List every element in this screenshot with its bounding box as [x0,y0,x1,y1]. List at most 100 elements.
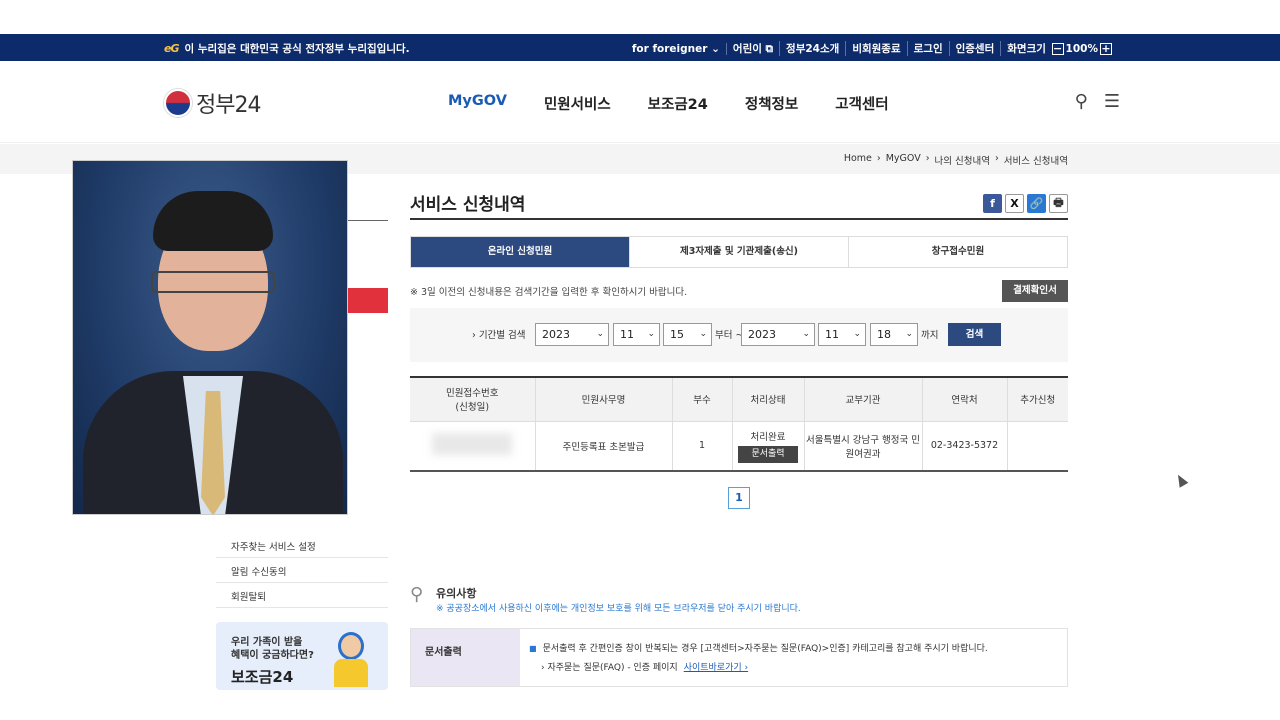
col-service-name: 민원사무명 [535,377,673,422]
gov-notice: eG 이 누리집은 대한민국 공식 전자정부 누리집입니다. [164,41,410,56]
link-login[interactable]: 로그인 [908,41,950,56]
chevron-down-icon: ⌄ [853,329,861,339]
logo-text: 정부24 [196,93,261,118]
table-row: 주민등록표 초본발급 1 처리완료 문서출력 서울특별시 강남구 행정국 민 원… [410,421,1068,472]
nav-customer-center[interactable]: 고객센터 [835,93,888,114]
zoom-level: 100% [1065,43,1098,55]
to-month-select[interactable]: 11 ⌄ [818,323,866,346]
faq-site-link[interactable]: 사이트바로가기 › [684,663,748,673]
from-month-select[interactable]: 11 ⌄ [613,323,660,346]
mouse-cursor-icon [1173,472,1189,488]
link-cert-center[interactable]: 인증센터 [950,41,1002,56]
side-nav-active-item[interactable] [348,288,388,313]
extra-cell [1007,421,1068,472]
link-guest-logout[interactable]: 비회원종료 [846,41,908,56]
phone-cell: 02-3423-5372 [922,421,1008,472]
gov-topbar: eG 이 누리집은 대한민국 공식 전자정부 누리집입니다. for forei… [0,34,1280,61]
chevron-down-icon: ⌄ [596,329,604,339]
nav-civil-service[interactable]: 민원서비스 [544,93,611,114]
col-extra: 추가신청 [1007,377,1068,422]
breadcrumb-service-applications: 서비스 신청내역 [1003,156,1068,167]
chevron-down-icon: ⌄ [699,329,707,339]
document-print-info: 문서출력 ■ 문서출력 후 간편인증 창이 반복되는 경우 [고객센터>자주묻는 … [410,628,1068,687]
banner-text: 우리 가족이 받을 혜택이 궁금하다면? [231,637,314,661]
document-print-button[interactable]: 문서출력 [738,445,798,463]
side-divider [346,220,388,221]
to-day-select[interactable]: 18 ⌄ [870,323,918,346]
zoom-in-button[interactable]: + [1100,43,1112,55]
lightbulb-icon: ⚲ [410,584,424,605]
to-year-select[interactable]: 2023 ⌄ [741,323,815,346]
col-status: 처리상태 [732,377,805,422]
portrait-photo [72,160,348,515]
x-share-icon[interactable]: X [1005,194,1024,213]
agency-cell: 서울특별시 강남구 행정국 민 원여권과 [804,421,923,472]
tab-online-applications[interactable]: 온라인 신청민원 [411,237,630,267]
header-icons: ⚲ ☰ [1075,91,1120,112]
main-content: 서비스 신청내역 f X 🔗 🖶 온라인 신청민원 제3자제출 및 기관제출(송… [410,186,1068,509]
payment-receipt-button[interactable]: 결제확인서 [1002,280,1068,302]
link-kids[interactable]: 어린이 ⧉ [727,41,781,56]
side-link-favorite-settings[interactable]: 자주찾는 서비스 설정 [216,533,388,558]
chevron-down-icon: ⌄ [647,329,655,339]
bullet-square-icon: ■ [529,644,537,653]
gov24-logo[interactable]: 정부24 [164,87,261,119]
period-search-label: › 기간별 검색 [472,330,526,341]
nav-policy-info[interactable]: 정책정보 [745,93,798,114]
nav-mygov[interactable]: MyGOV [448,93,507,114]
col-agency: 교부기관 [804,377,923,422]
search-button[interactable]: 검색 [948,323,1001,346]
share-buttons: f X 🔗 🖶 [983,194,1068,213]
link-copy-icon[interactable]: 🔗 [1027,194,1046,213]
col-count: 부수 [672,377,733,422]
facebook-share-icon[interactable]: f [983,194,1002,213]
taegeuk-icon [164,89,192,117]
screen-size-control: 화면크기 −100% + [1007,42,1112,55]
mascot-icon [332,632,370,687]
banner-title: 보조금24 [231,668,294,686]
receipt-no-cell [410,421,536,472]
page-1-button[interactable]: 1 [728,487,750,509]
caution-title: 유의사항 [436,587,477,600]
gov-notice-text: 이 누리집은 대한민국 공식 전자정부 누리집입니다. [184,43,410,55]
from-word: 부터 ~ [715,330,744,341]
blurred-receipt-no [432,433,513,456]
subsidy24-banner[interactable]: 우리 가족이 받을 혜택이 궁금하다면? 보조금24 [216,622,388,690]
chevron-down-icon: ⌄ [802,329,810,339]
to-word: 까지 [921,330,939,341]
period-search: › 기간별 검색 2023 ⌄ 11 ⌄ 15 ⌄ 부터 ~ 2023 ⌄ 11 ⌄ 18… [410,308,1068,362]
print-icon[interactable]: 🖶 [1049,194,1068,213]
top-links: for foreigner ⌄ 어린이 ⧉ 정부24소개 비회원종료 로그인 인… [626,41,1120,56]
col-receipt-no: 민원접수번호 (신청일) [410,377,536,422]
zoom-out-button[interactable]: − [1051,43,1064,55]
from-day-select[interactable]: 15 ⌄ [663,323,712,346]
document-print-body: ■ 문서출력 후 간편인증 창이 반복되는 경우 [고객센터>자주묻는 질문(FA… [529,644,988,673]
side-links: 자주찾는 서비스 설정 알림 수신동의 회원탈퇴 [216,533,388,608]
breadcrumb-mygov[interactable]: MyGOV [886,153,921,167]
link-for-foreigner[interactable]: for foreigner ⌄ [626,42,727,55]
tab-counter-applications[interactable]: 창구접수민원 [849,237,1067,267]
tab-third-party-submission[interactable]: 제3자제출 및 기관제출(송신) [630,237,849,267]
egov-logo-icon: eG [164,42,179,55]
document-print-head: 문서출력 [411,629,520,686]
caution-desc: ※ 공공장소에서 사용하신 이후에는 개인정보 보호를 위해 모든 브라우저를 … [436,604,801,614]
menu-icon[interactable]: ☰ [1104,91,1120,112]
count-cell: 1 [672,421,733,472]
main-nav: MyGOV 민원서비스 보조금24 정책정보 고객센터 [448,93,889,114]
breadcrumb-my-applications[interactable]: 나의 신청내역 [935,153,990,167]
status-text: 처리완료 [750,431,786,443]
application-table: 민원접수번호 (신청일) 민원사무명 부수 처리상태 교부기관 연락처 추가신청 … [410,376,1068,472]
nav-subsidy24[interactable]: 보조금24 [648,93,708,114]
application-tabs: 온라인 신청민원 제3자제출 및 기관제출(송신) 창구접수민원 [410,236,1068,268]
status-cell: 처리완료 문서출력 [732,421,805,472]
from-year-select[interactable]: 2023 ⌄ [535,323,609,346]
side-link-notification-consent[interactable]: 알림 수신동의 [216,558,388,583]
period-notice: ※ 3일 이전의 신청내용은 검색기간을 입력한 후 확인하시기 바랍니다. [410,287,688,298]
link-gov24-intro[interactable]: 정부24소개 [780,41,847,56]
breadcrumb: Home › MyGOV › 나의 신청내역 › 서비스 신청내역 [843,153,1068,167]
side-link-withdraw[interactable]: 회원탈퇴 [216,583,388,608]
search-icon[interactable]: ⚲ [1075,91,1088,112]
chevron-down-icon: ⌄ [905,329,913,339]
breadcrumb-home[interactable]: Home [844,153,872,167]
col-phone: 연락처 [922,377,1008,422]
